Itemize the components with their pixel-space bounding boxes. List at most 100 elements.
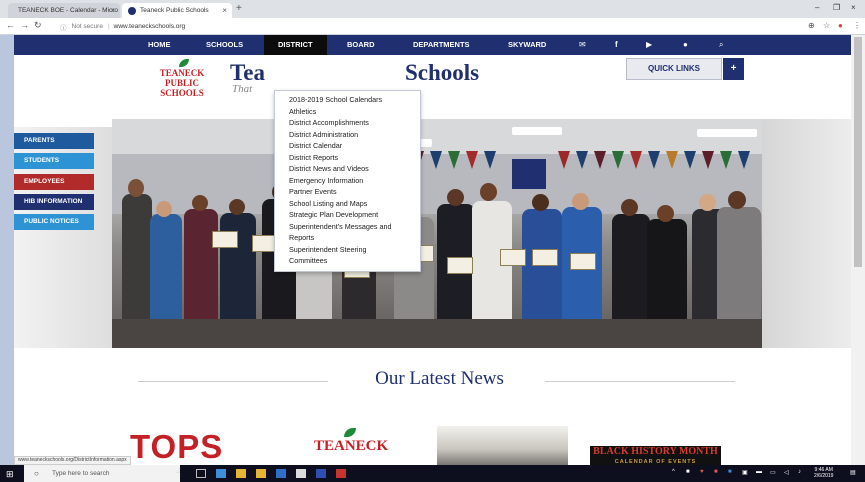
chrome-icon[interactable] xyxy=(296,469,306,478)
page-scrollbar[interactable] xyxy=(851,35,865,465)
url-input[interactable]: ⓘ Not secure | www.teaneckschools.org xyxy=(60,21,830,32)
tray-app-icon[interactable]: ♥ xyxy=(700,469,704,475)
tray-app-icon[interactable]: ▣ xyxy=(742,469,748,476)
url-text: www.teaneckschools.org xyxy=(113,23,186,30)
sidebar-students-button[interactable]: STUDENTS xyxy=(14,153,94,169)
powerpoint-icon[interactable] xyxy=(336,469,346,478)
volume-icon[interactable]: ◁ xyxy=(784,469,789,476)
bhm-title: BLACK HISTORY MONTH xyxy=(593,446,718,457)
flickr-icon[interactable]: ● xyxy=(683,35,688,55)
close-window-icon[interactable]: × xyxy=(851,3,856,12)
zoom-icon[interactable]: ⊕ xyxy=(808,21,815,30)
tray-app-icon[interactable]: ■ xyxy=(728,469,732,475)
info-icon[interactable]: ⓘ xyxy=(60,22,67,32)
tray-app-icon[interactable]: ▬ xyxy=(756,469,762,475)
minimize-icon[interactable]: – xyxy=(815,3,819,12)
menu-item-superintendent-steering[interactable]: Superintendent Steering xyxy=(289,244,420,256)
logo-word: TEANECK xyxy=(159,68,205,78)
quick-links-toggle[interactable]: + xyxy=(723,58,744,80)
outlook-icon[interactable] xyxy=(316,469,326,478)
menu-item-district-reports[interactable]: District Reports xyxy=(289,152,420,164)
taskbar-clock[interactable]: 9:46 AM 2/6/2019 xyxy=(814,467,833,479)
browser-tab-calendar[interactable]: TEANECK BOE - Calendar - Micro × xyxy=(8,3,120,18)
nav-skyward[interactable]: SKYWARD xyxy=(508,35,546,55)
close-tab-icon[interactable]: × xyxy=(110,6,115,15)
not-secure-label: Not secure xyxy=(71,23,103,30)
facebook-icon[interactable]: f xyxy=(615,35,618,55)
notification-icon[interactable]: ▤ xyxy=(850,469,856,476)
new-tab-icon[interactable]: + xyxy=(236,3,242,14)
menu-item-district-accomplishments[interactable]: District Accomplishments xyxy=(289,117,420,129)
nav-schools[interactable]: SCHOOLS xyxy=(206,35,243,55)
divider-right xyxy=(545,381,735,382)
menu-item-district-calendar[interactable]: District Calendar xyxy=(289,140,420,152)
close-tab-icon[interactable]: × xyxy=(222,6,227,15)
menu-item-school-listing-maps[interactable]: School Listing and Maps xyxy=(289,198,420,210)
bookmark-star-icon[interactable]: ☆ xyxy=(823,21,830,30)
tray-chevron-icon[interactable]: ^ xyxy=(672,469,675,475)
menu-item-emergency-information[interactable]: Emergency Information xyxy=(289,175,420,187)
news-tile-teaneck[interactable]: TEANECK xyxy=(314,428,389,465)
menu-item-superintendent-messages[interactable]: Superintendent's Messages and xyxy=(289,221,420,233)
menu-item-district-administration[interactable]: District Administration xyxy=(289,129,420,141)
right-background-image xyxy=(762,119,865,348)
menu-item-school-calendars[interactable]: 2018-2019 School Calendars xyxy=(289,94,420,106)
sidebar-hib-information-button[interactable]: HIB INFORMATION xyxy=(14,194,94,210)
nav-district[interactable]: DISTRICT xyxy=(264,35,327,55)
teaneck-logo[interactable]: TEANECK PUBLIC SCHOOLS xyxy=(159,59,205,107)
scrollbar-thumb[interactable] xyxy=(854,37,862,267)
browser-tab-teaneck[interactable]: Teaneck Public Schools × xyxy=(122,3,232,18)
mail-icon[interactable]: ✉ xyxy=(579,35,586,55)
quick-links-button[interactable]: QUICK LINKS xyxy=(626,58,722,80)
search-icon[interactable]: ⌕ xyxy=(719,35,723,55)
task-view-icon[interactable] xyxy=(196,469,206,478)
ceiling xyxy=(112,119,762,154)
menu-item-athletics[interactable]: Athletics xyxy=(289,106,420,118)
network-icon[interactable]: ▭ xyxy=(770,469,776,476)
menu-item-partner-events[interactable]: Partner Events xyxy=(289,186,420,198)
windows-start-icon[interactable]: ⊞ xyxy=(6,469,14,480)
edge-icon[interactable] xyxy=(216,469,226,478)
apple-leaf-icon xyxy=(179,59,189,67)
menu-item-superintendent-messages-cont[interactable]: Reports xyxy=(289,232,420,244)
microphone-icon[interactable]: ♫ xyxy=(176,469,181,475)
address-bar: ← → ↻ ⓘ Not secure | www.teaneckschools.… xyxy=(0,18,865,35)
bhm-subtitle: CALENDAR OF EVENTS xyxy=(614,459,697,465)
sidebar-employees-button[interactable]: EMPLOYEES xyxy=(14,174,94,190)
menu-dots-icon[interactable]: ⋮ xyxy=(853,21,861,30)
back-arrow-icon[interactable]: ← xyxy=(6,20,15,30)
maximize-icon[interactable]: ❐ xyxy=(833,3,840,12)
nav-home[interactable]: HOME xyxy=(148,35,171,55)
tab-title: TEANECK BOE - Calendar - Micro xyxy=(18,7,119,14)
sidebar-parents-button[interactable]: PARENTS xyxy=(14,133,94,149)
clock-date: 2/6/2019 xyxy=(814,473,834,479)
teaneck-logo-text: TEANECK xyxy=(314,438,389,454)
nav-departments[interactable]: DEPARTMENTS xyxy=(413,35,470,55)
reload-icon[interactable]: ↻ xyxy=(34,20,42,31)
site-title-right: Schools xyxy=(405,60,480,85)
store-icon[interactable] xyxy=(276,469,286,478)
news-tile-photo[interactable] xyxy=(437,426,568,465)
file-explorer-icon[interactable] xyxy=(236,469,246,478)
menu-item-superintendent-steering-cont[interactable]: Committees xyxy=(289,255,420,267)
profile-icon[interactable]: ● xyxy=(838,21,843,30)
taskbar-search-input[interactable]: ○ Type here to search xyxy=(24,465,180,482)
news-tile-black-history-month[interactable]: BLACK HISTORY MONTH CALENDAR OF EVENTS xyxy=(590,446,721,465)
search-icon: ○ xyxy=(34,469,39,478)
news-tile-tops[interactable]: TOPS xyxy=(130,429,270,465)
district-dropdown-menu: 2018-2019 School Calendars Athletics Dis… xyxy=(274,90,421,272)
logo-word: PUBLIC xyxy=(164,78,199,88)
youtube-icon[interactable]: ▶ xyxy=(646,35,652,55)
status-bar-url: www.teaneckschools.org/DistrictInformati… xyxy=(14,456,131,465)
web-page: HOME SCHOOLS DISTRICT BOARD DEPARTMENTS … xyxy=(14,35,865,465)
nav-board[interactable]: BOARD xyxy=(347,35,375,55)
menu-item-strategic-plan[interactable]: Strategic Plan Development xyxy=(289,209,420,221)
tray-app-icon[interactable]: ■ xyxy=(686,469,690,475)
tray-app-icon[interactable]: ■ xyxy=(714,469,718,475)
forward-arrow-icon[interactable]: → xyxy=(20,20,29,30)
sidebar-public-notices-button[interactable]: PUBLIC NOTICES xyxy=(14,214,94,230)
latest-news-heading: Our Latest News xyxy=(375,368,504,389)
menu-item-district-news-videos[interactable]: District News and Videos xyxy=(289,163,420,175)
tray-app-icon[interactable]: ♪ xyxy=(798,469,801,475)
folder-icon[interactable] xyxy=(256,469,266,478)
